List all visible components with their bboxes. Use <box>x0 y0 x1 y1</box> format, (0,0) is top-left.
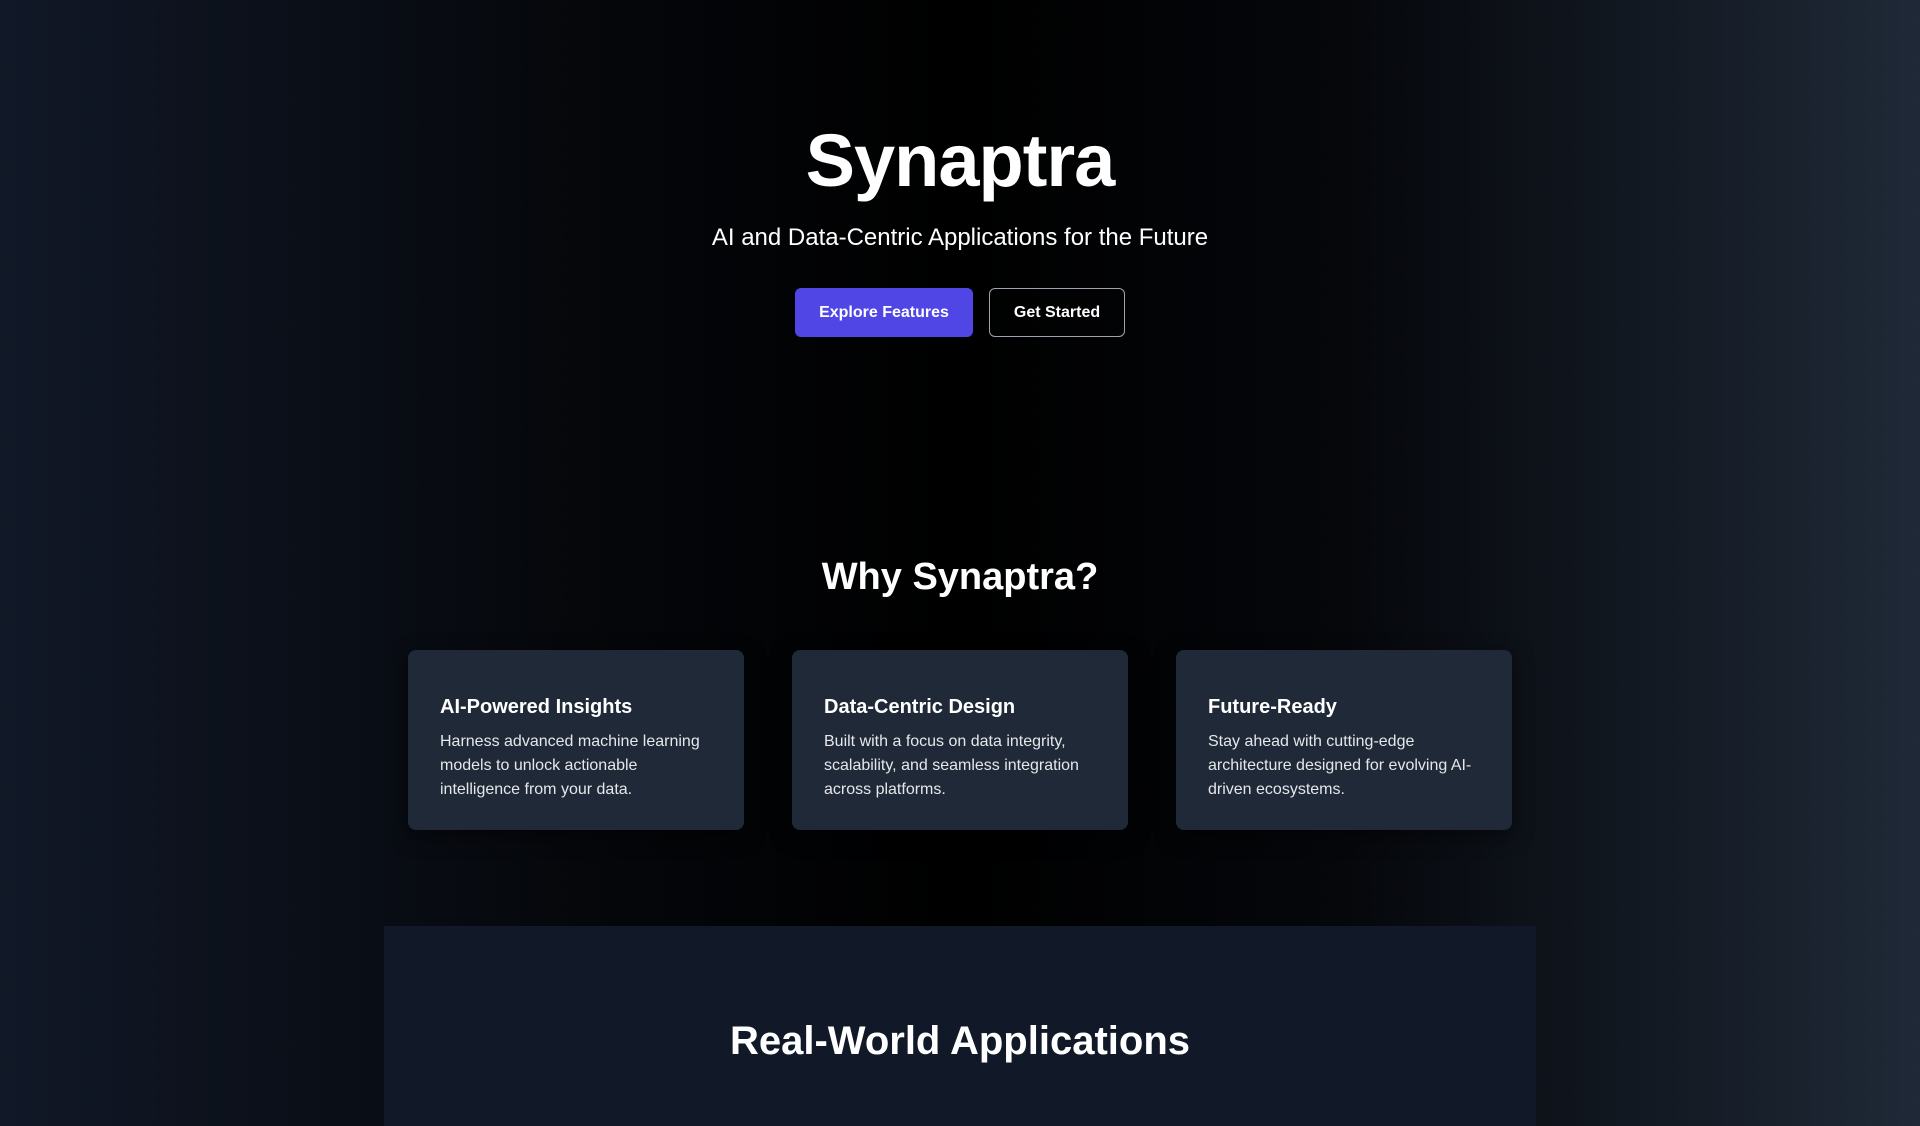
feature-card-text: Harness advanced machine learning models… <box>440 733 700 798</box>
feature-card-text: Built with a focus on data integrity, sc… <box>824 733 1079 798</box>
feature-card: Future-Ready Stay ahead with cutting-edg… <box>1176 650 1512 830</box>
get-started-button[interactable]: Get Started <box>989 288 1125 337</box>
feature-card: Data-Centric Design Built with a focus o… <box>792 650 1128 830</box>
feature-card-text: Stay ahead with cutting-edge architectur… <box>1208 733 1472 798</box>
applications-heading: Real-World Applications <box>729 1019 1191 1063</box>
feature-card-title: Future-Ready <box>1208 696 1337 718</box>
applications-section: Real-World Applications <box>384 926 1536 1126</box>
explore-features-button[interactable]: Explore Features <box>795 288 973 337</box>
hero-title: Synaptra <box>805 119 1116 202</box>
feature-card: AI-Powered Insights Harness advanced mac… <box>408 650 744 830</box>
hero-actions: Explore Features Get Started <box>0 288 1920 337</box>
features-heading: Why Synaptra? <box>821 556 1099 598</box>
hero-subtitle: AI and Data-Centric Applications for the… <box>711 224 1209 251</box>
feature-cards: AI-Powered Insights Harness advanced mac… <box>408 650 1512 830</box>
feature-card-title: AI-Powered Insights <box>440 696 633 718</box>
feature-card-title: Data-Centric Design <box>824 696 1016 718</box>
